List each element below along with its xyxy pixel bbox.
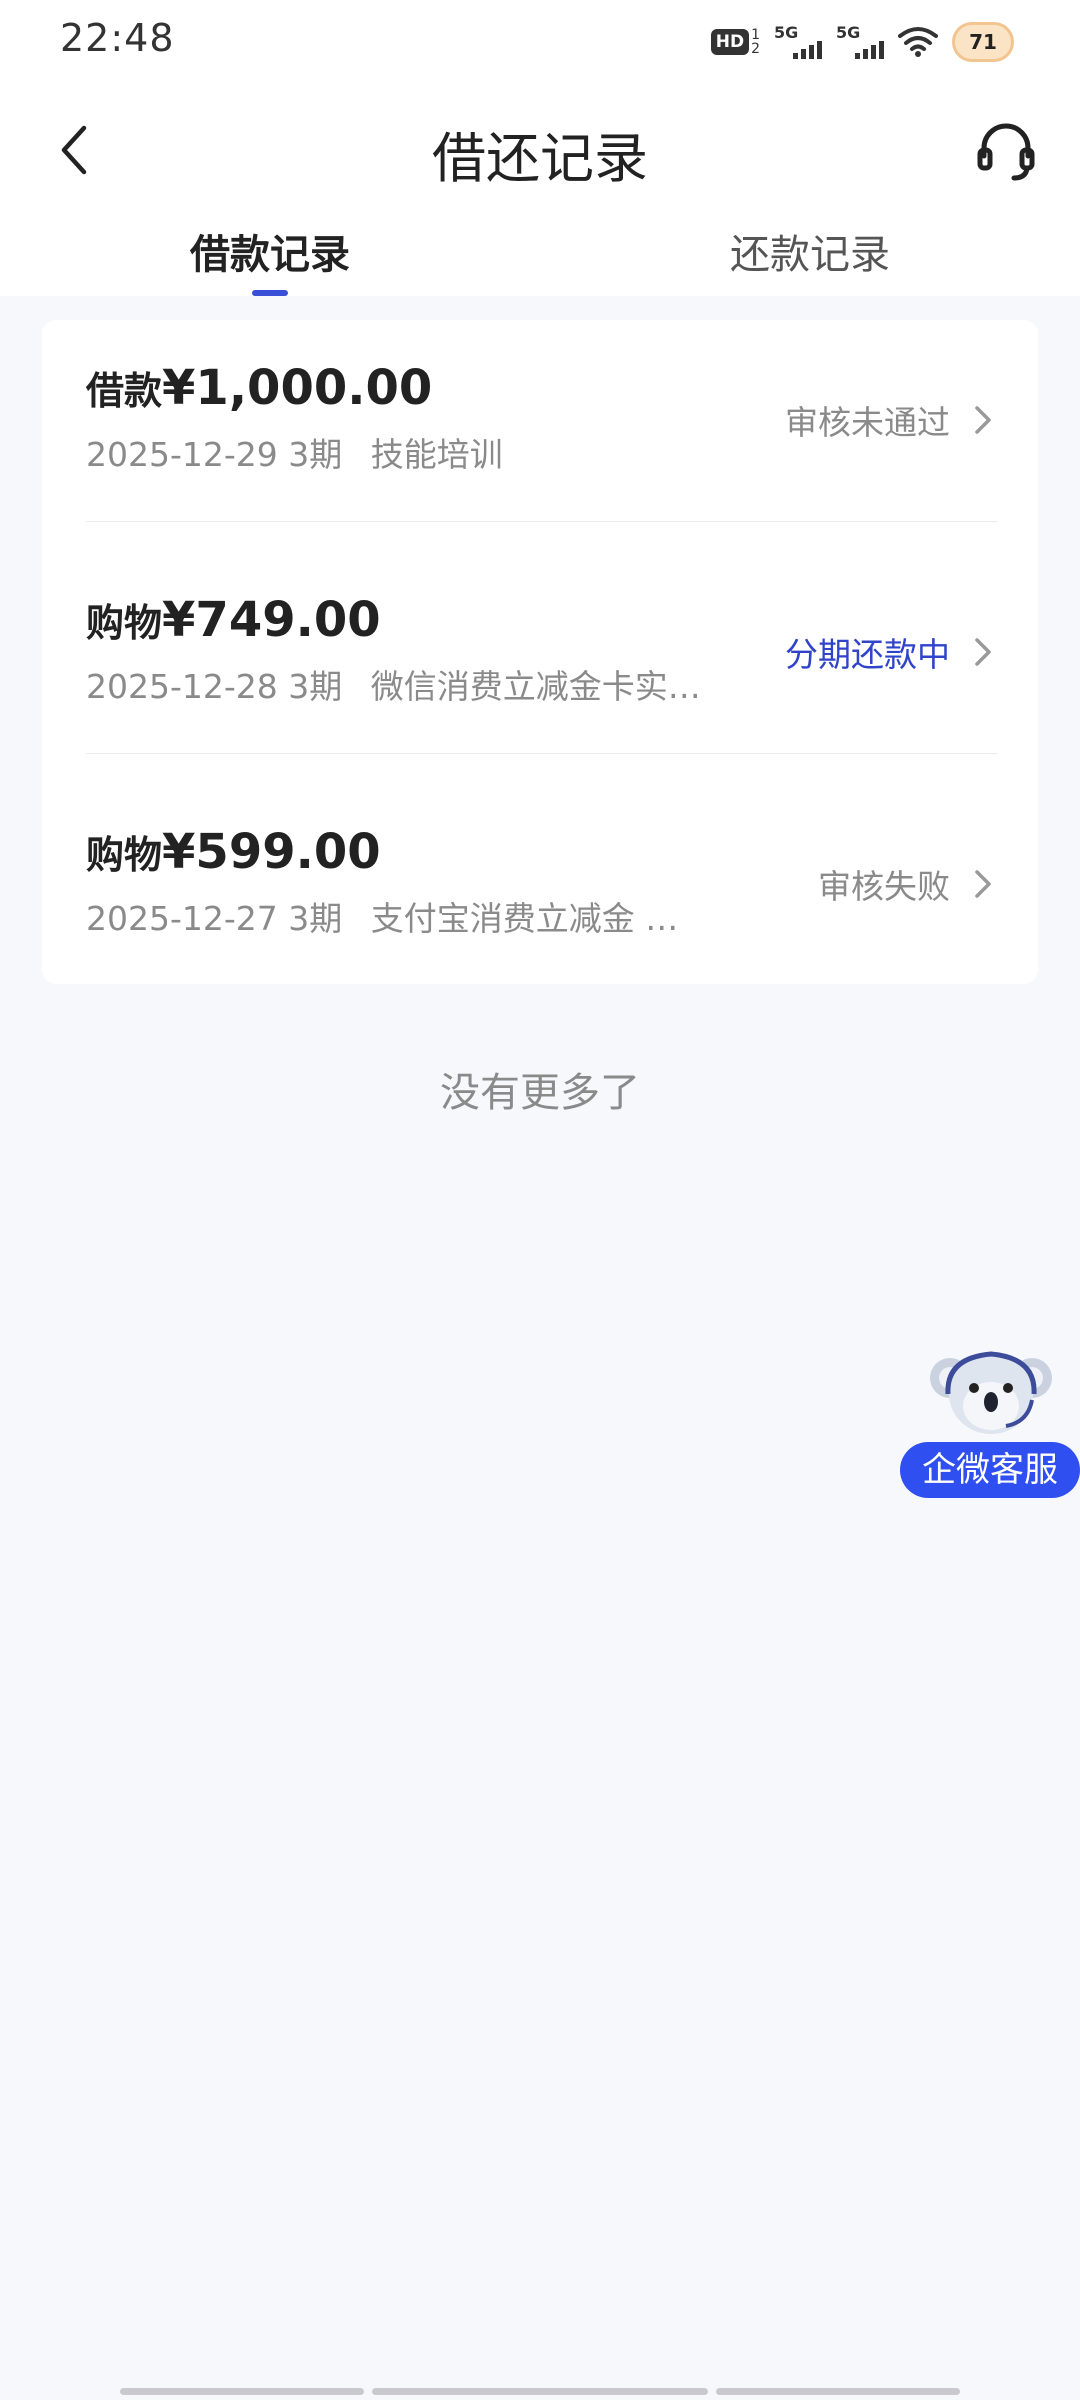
record-amount: 购物¥599.00: [86, 824, 381, 880]
record-date: 2025-12-29: [86, 435, 278, 474]
status-time: 22:48: [60, 16, 175, 60]
record-period: 3期: [288, 667, 343, 706]
signal-icon-sim2: 5G: [836, 23, 884, 61]
sim1-label: 5G: [774, 23, 799, 42]
record-period: 3期: [288, 899, 343, 938]
records-card: 借款¥1,000.00 2025-12-29 3期 技能培训 审核未通过 购物¥…: [42, 320, 1038, 984]
customer-service-button[interactable]: [970, 114, 1042, 186]
record-status-text: 分期还款中: [785, 635, 950, 674]
record-status: 分期还款中: [785, 628, 998, 676]
floating-service-widget[interactable]: 企微客服: [900, 1344, 1080, 1500]
record-description: 支付宝消费立减金 …: [370, 899, 679, 938]
wifi-icon: [898, 26, 938, 58]
record-tabs: 借款记录 还款记录: [0, 222, 1080, 296]
koala-mascot-icon: [930, 1351, 1052, 1434]
record-item[interactable]: 购物¥749.00 2025-12-28 3期 微信消费立减金卡实… 分期还款中: [86, 552, 998, 784]
hd-sub: 1 2: [751, 28, 760, 56]
record-item[interactable]: 购物¥599.00 2025-12-27 3期 支付宝消费立减金 … 审核失败: [86, 784, 998, 1016]
record-item[interactable]: 借款¥1,000.00 2025-12-29 3期 技能培训 审核未通过: [86, 320, 998, 552]
record-description: 微信消费立减金卡实…: [370, 667, 701, 706]
divider: [86, 753, 998, 754]
status-bar: 22:48 HD 1 2 5G 5G 71: [0, 0, 1080, 82]
hd-icon: HD 1 2: [710, 28, 760, 56]
hd-sub-bottom: 2: [751, 41, 760, 57]
tab-repay-records[interactable]: 还款记录: [610, 222, 1010, 280]
headset-icon: [977, 123, 1035, 181]
chevron-right-icon: [968, 866, 998, 902]
record-description: 技能培训: [370, 435, 503, 474]
record-type: 购物: [86, 833, 163, 877]
divider: [86, 521, 998, 522]
chevron-right-icon: [968, 634, 998, 670]
record-status-text: 审核未通过: [785, 403, 950, 442]
floating-service-label: 企微客服: [900, 1442, 1080, 1498]
home-indicator: [120, 2388, 960, 2395]
no-more-text: 没有更多了: [440, 1070, 640, 1116]
status-icons: HD 1 2 5G 5G 71: [710, 18, 1014, 66]
tab-borrow-records[interactable]: 借款记录: [70, 222, 470, 280]
record-subline: 2025-12-29 3期 技能培训: [86, 428, 706, 476]
record-status-text: 审核失败: [818, 867, 950, 906]
sim2-label: 5G: [836, 23, 861, 42]
page-title: 借还记录: [432, 127, 648, 190]
record-type: 借款: [86, 369, 163, 413]
record-period: 3期: [288, 435, 343, 474]
record-subline: 2025-12-28 3期 微信消费立减金卡实…: [86, 660, 706, 708]
record-status: 审核未通过: [785, 396, 998, 444]
battery-indicator: 71: [952, 22, 1014, 62]
signal-icon-sim1: 5G: [774, 23, 822, 61]
record-status: 审核失败: [818, 860, 998, 908]
record-date: 2025-12-27: [86, 899, 278, 938]
nav-bar: 借还记录: [0, 100, 1080, 204]
record-amount-value: ¥599.00: [162, 824, 381, 880]
record-amount: 购物¥749.00: [86, 592, 381, 648]
record-amount-value: ¥749.00: [162, 592, 381, 648]
chevron-right-icon: [968, 402, 998, 438]
active-tab-indicator: [252, 290, 288, 296]
record-amount-value: ¥1,000.00: [162, 360, 433, 416]
hd-sub-top: 1: [751, 27, 760, 43]
record-subline: 2025-12-27 3期 支付宝消费立减金 …: [86, 892, 706, 940]
record-amount: 借款¥1,000.00: [86, 360, 432, 416]
record-date: 2025-12-28: [86, 667, 278, 706]
record-type: 购物: [86, 601, 163, 645]
hd-label: HD: [710, 29, 750, 55]
